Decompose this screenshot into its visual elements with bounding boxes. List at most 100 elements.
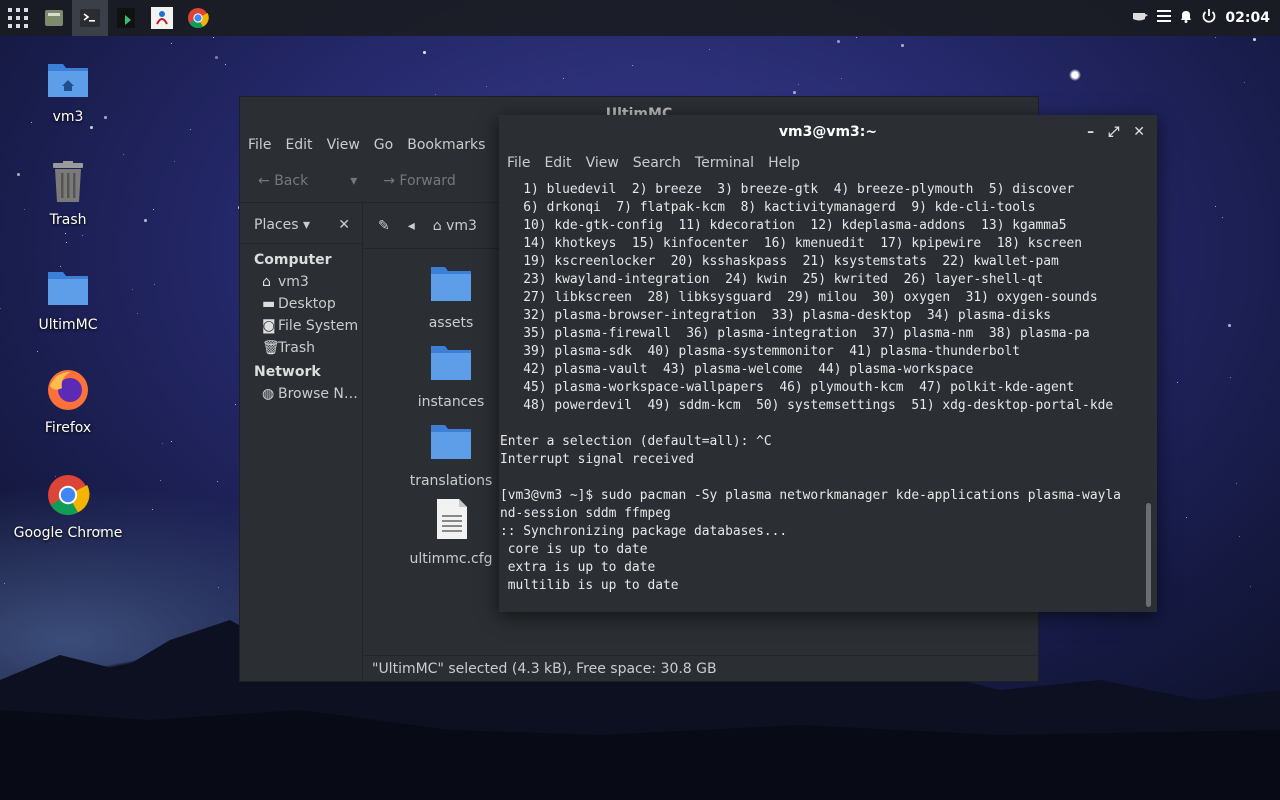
top-panel: 02:04: [0, 0, 1280, 36]
text-file-icon: [437, 499, 467, 539]
desktop-icon-ultimmc[interactable]: UltimMC: [0, 263, 136, 333]
sidebar-item-vm3[interactable]: ⌂ vm3: [240, 268, 362, 290]
menu-view[interactable]: View: [586, 155, 619, 171]
folder-icon: [44, 263, 92, 311]
menu-file[interactable]: File: [507, 155, 530, 171]
terminal-line: 42) plasma-vault 43) plasma-welcome 44) …: [500, 362, 974, 377]
file-manager-icon[interactable]: [36, 0, 72, 36]
places-dropdown[interactable]: Places ▾: [254, 217, 310, 233]
star: [798, 84, 800, 86]
file-item[interactable]: instances: [401, 340, 501, 410]
app-launcher-icon[interactable]: [0, 0, 36, 36]
forward-button[interactable]: → Forward: [383, 173, 456, 189]
star: [66, 242, 68, 244]
file-item[interactable]: translations: [401, 419, 501, 489]
terminal-line: extra is up to date: [500, 560, 656, 575]
minimize-icon[interactable]: –: [1087, 115, 1094, 149]
terminal-line: Enter a selection (default=all): ^C: [500, 434, 772, 449]
sidebar-heading-computer: Computer: [254, 252, 332, 268]
back-button[interactable]: ← Back: [258, 173, 308, 189]
star: [123, 154, 125, 156]
star: [37, 351, 39, 353]
path-scroll-left-icon[interactable]: ◂: [408, 218, 415, 234]
clock[interactable]: 02:04: [1225, 10, 1270, 26]
home-icon: ⌂: [262, 274, 271, 290]
close-icon[interactable]: ✕: [338, 217, 350, 233]
terminal-line: multilib is up to date: [500, 578, 679, 593]
terminal-line: [vm3@vm3 ~]$ sudo pacman -Sy plasma netw…: [500, 488, 1121, 503]
sidebar-item-browse-network[interactable]: ◍ Browse N…: [240, 380, 362, 402]
menu-bookmarks[interactable]: Bookmarks: [407, 137, 485, 153]
desktop-icon-trash[interactable]: Trash: [0, 158, 136, 228]
terminal-icon[interactable]: [72, 0, 108, 36]
star: [1239, 536, 1241, 538]
terminal-line: 48) powerdevil 49) sddm-kcm 50) systemse…: [500, 398, 1114, 413]
terminal-line: 27) libkscreen 28) libksysguard 29) milo…: [500, 290, 1098, 305]
java-icon[interactable]: [144, 0, 180, 36]
menu-search[interactable]: Search: [633, 155, 681, 171]
system-monitor-icon[interactable]: [108, 0, 144, 36]
menu-terminal[interactable]: Terminal: [695, 155, 754, 171]
star: [235, 404, 237, 406]
star: [1215, 206, 1217, 208]
maximize-icon[interactable]: ⤢: [1108, 115, 1119, 149]
sidebar-item-desktop[interactable]: ▬ Desktop: [240, 290, 362, 312]
terminal-line: 14) khotkeys 15) kinfocenter 16) kmenued…: [500, 236, 1083, 251]
star: [171, 441, 173, 443]
desktop-icon-firefox[interactable]: Firefox: [0, 366, 136, 436]
power-icon[interactable]: [1201, 8, 1217, 28]
sidebar-item-file-system[interactable]: ◙ File System: [240, 312, 362, 334]
terminal-scrollbar[interactable]: [1146, 503, 1151, 607]
star: [856, 37, 858, 39]
desktop-icon-label: Trash: [49, 212, 87, 228]
firefox-icon: [44, 366, 92, 414]
menu-edit[interactable]: Edit: [544, 155, 571, 171]
star: [152, 509, 154, 511]
file-item[interactable]: ultimmc.cfg: [401, 497, 501, 567]
places-header: Places ▾ ✕: [240, 203, 362, 244]
terminal-line: Interrupt signal received: [500, 452, 695, 467]
edit-path-icon[interactable]: ✎: [378, 218, 390, 234]
file-item[interactable]: assets: [401, 261, 501, 331]
star: [225, 64, 227, 66]
path-button-vm3[interactable]: ⌂ vm3: [433, 218, 477, 234]
menu-help[interactable]: Help: [768, 155, 800, 171]
back-history-dropdown[interactable]: ▾: [350, 173, 357, 189]
notification-bell-icon[interactable]: [1179, 9, 1193, 27]
path-label: vm3: [446, 217, 477, 234]
terminal-line: 32) plasma-browser-integration 33) plasm…: [500, 308, 1052, 323]
star: [190, 129, 192, 131]
terminal-line: 1) bluedevil 2) breeze 3) breeze-gtk 4) …: [500, 182, 1075, 197]
terminal-line: nd-session sddm ffmpeg: [500, 506, 671, 521]
menu-icon[interactable]: [1157, 9, 1172, 27]
star: [793, 91, 796, 94]
home-icon: ⌂: [432, 217, 442, 234]
places-sidebar: Places ▾ ✕ Computer ⌂ vm3 ▬ Desktop ◙ File …: [240, 203, 363, 681]
sidebar-item-label: Desktop: [278, 296, 336, 312]
menu-edit[interactable]: Edit: [285, 137, 312, 153]
system-tray: 02:04: [1131, 0, 1270, 36]
places-label: Places: [254, 217, 299, 233]
star: [1244, 82, 1246, 84]
updates-icon[interactable]: [1131, 9, 1149, 27]
back-label: Back: [274, 172, 309, 189]
desktop-icon-label: vm3: [52, 109, 84, 125]
star: [1228, 324, 1231, 327]
desktop-icon-label: Firefox: [44, 420, 92, 436]
close-icon[interactable]: ✕: [1133, 115, 1145, 149]
desktop-icon-home[interactable]: vm3: [0, 55, 136, 125]
chrome-icon[interactable]: [180, 0, 216, 36]
menu-view[interactable]: View: [327, 137, 360, 153]
terminal-output[interactable]: 1) bluedevil 2) breeze 3) breeze-gtk 4) …: [500, 181, 1140, 609]
menu-go[interactable]: Go: [374, 137, 393, 153]
star: [1222, 217, 1224, 219]
terminal-line: 10) kde-gtk-config 11) kdecoration 12) k…: [500, 218, 1067, 233]
network-icon: ◍: [262, 386, 275, 402]
menu-file[interactable]: File: [248, 137, 271, 153]
star: [144, 219, 147, 222]
star: [841, 78, 843, 80]
sidebar-item-trash[interactable]: 🗑Trash: [240, 334, 362, 356]
desktop-icon-google-chrome[interactable]: Google Chrome: [0, 471, 136, 541]
terminal-line: core is up to date: [500, 542, 648, 557]
sidebar-heading-network: Network: [254, 364, 321, 380]
